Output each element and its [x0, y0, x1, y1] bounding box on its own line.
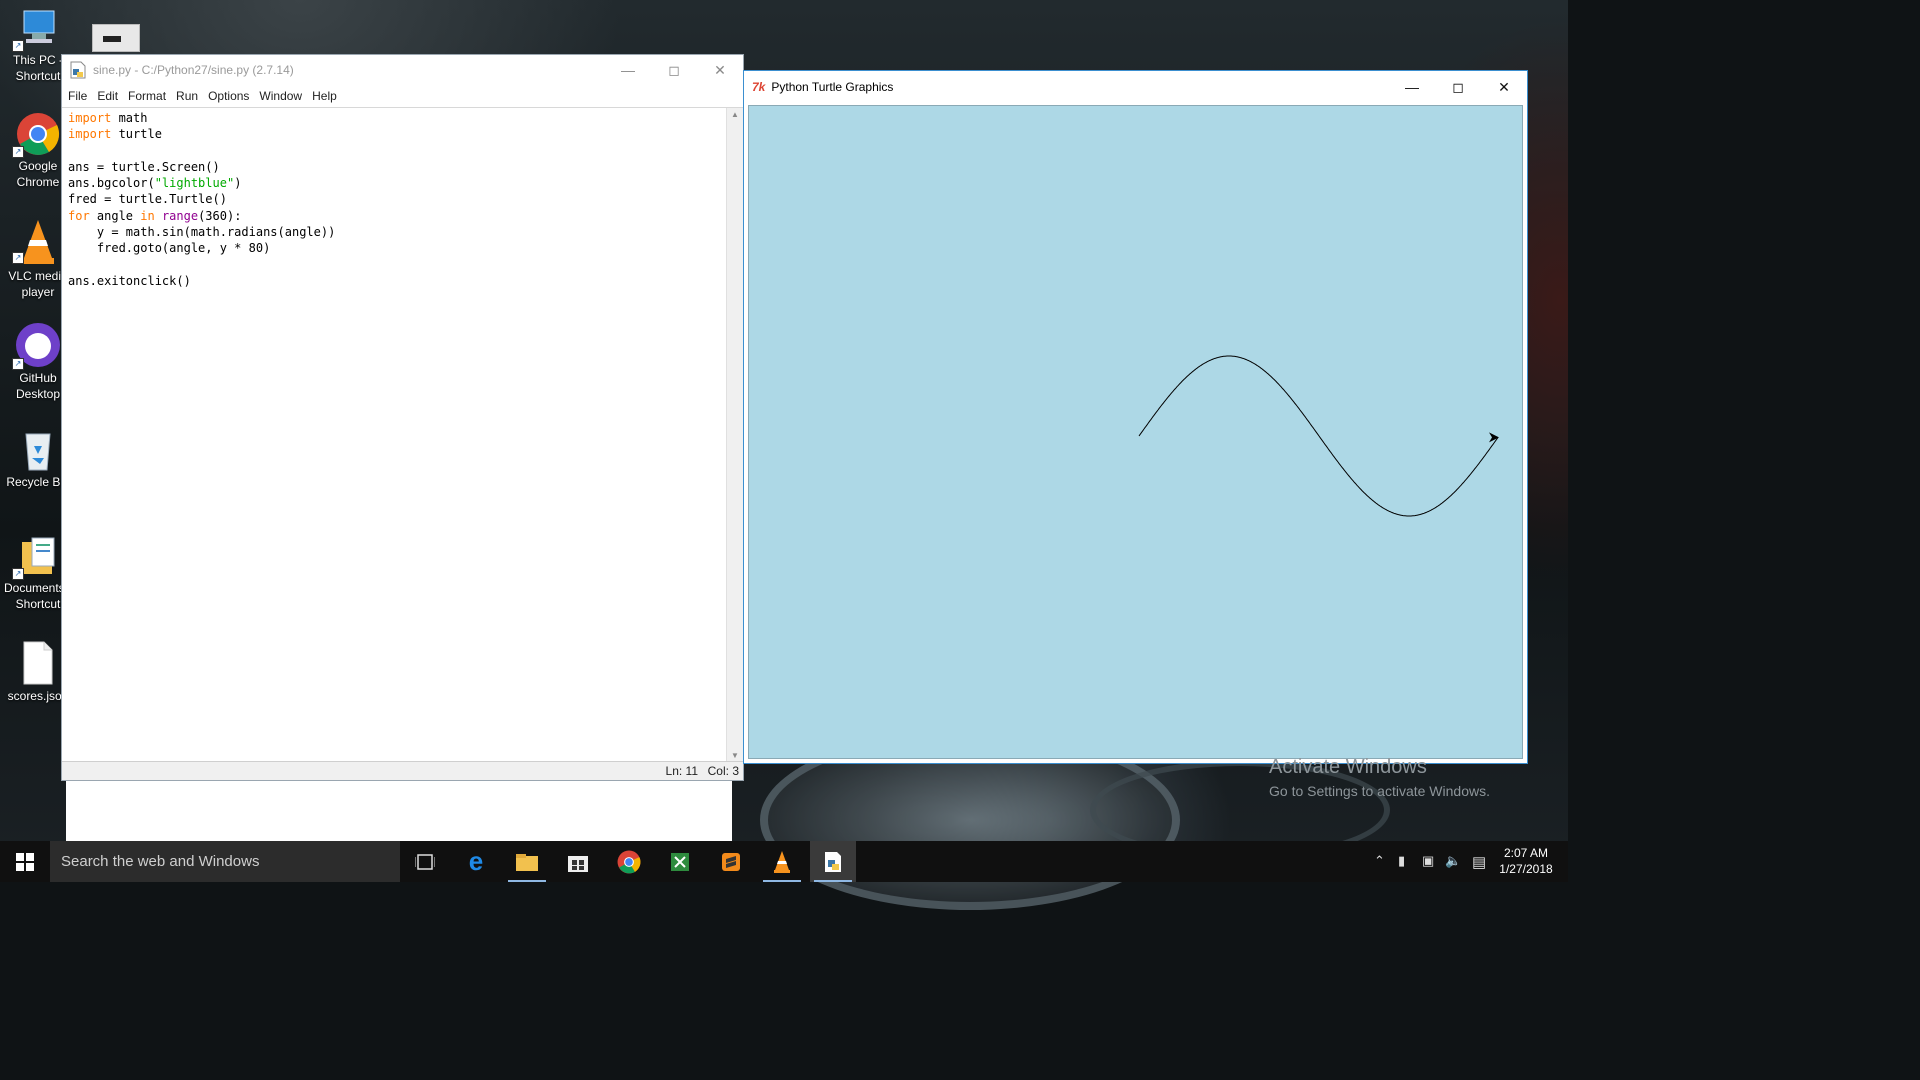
excel-icon	[671, 852, 689, 871]
maximize-button[interactable]: ◻	[1435, 71, 1481, 103]
chrome-icon	[617, 850, 641, 873]
activate-windows-watermark: Activate Windows Go to Settings to activ…	[1269, 756, 1490, 799]
taskbar-file-explorer[interactable]	[504, 841, 550, 882]
turtle-titlebar[interactable]: 7k Python Turtle Graphics — ◻ ✕	[744, 71, 1527, 103]
menu-format[interactable]: Format	[128, 89, 166, 103]
menu-file[interactable]: File	[68, 89, 87, 103]
editor-scrollbar[interactable]: ▲ ▼	[726, 108, 743, 763]
idle-editor-window[interactable]: sine.py - C:/Python27/sine.py (2.7.14) —…	[61, 54, 744, 781]
show-hidden-icons-chevron-icon[interactable]: ⌃	[1374, 853, 1385, 869]
taskbar-store[interactable]	[555, 841, 601, 882]
background-window	[66, 781, 732, 841]
vlc-icon	[774, 850, 790, 873]
minimize-button[interactable]: —	[605, 55, 651, 85]
task-view-icon	[415, 853, 435, 870]
start-button[interactable]	[0, 841, 50, 882]
taskbar: Search the web and Windows e ⌃ ▮ ▣ 🔈 ▤ 2…	[0, 841, 1568, 882]
file-icon	[23, 641, 53, 685]
taskbar-chrome[interactable]	[606, 841, 652, 882]
windows-logo-icon	[16, 852, 34, 871]
shortcut-arrow-icon: ↗	[12, 40, 24, 52]
menu-window[interactable]: Window	[259, 89, 302, 103]
code-editor[interactable]: import math import turtle ans = turtle.S…	[64, 108, 726, 763]
sine-drawing	[1138, 355, 1499, 517]
file-explorer-icon	[516, 853, 538, 871]
activate-title: Activate Windows	[1269, 756, 1427, 778]
close-button[interactable]: ✕	[697, 55, 743, 85]
sublime-icon	[722, 852, 740, 871]
taskbar-edge[interactable]: e	[453, 841, 499, 882]
recycle-bin-icon	[25, 433, 51, 471]
idle-window-title: sine.py - C:/Python27/sine.py (2.7.14)	[93, 63, 294, 77]
menu-options[interactable]: Options	[208, 89, 249, 103]
turtle-cursor-icon	[1489, 432, 1499, 443]
turtle-graphics-window[interactable]: 7k Python Turtle Graphics — ◻ ✕	[743, 70, 1528, 764]
scroll-up-icon[interactable]: ▲	[727, 108, 743, 122]
close-button[interactable]: ✕	[1481, 71, 1527, 103]
line-number: Ln: 11	[665, 764, 698, 778]
turtle-window-title: Python Turtle Graphics	[771, 80, 894, 94]
shortcut-arrow-icon: ↗	[12, 568, 24, 580]
taskbar-sublime[interactable]	[708, 841, 754, 882]
shortcut-arrow-icon: ↗	[12, 146, 24, 158]
clock-time: 2:07 AM	[1503, 846, 1549, 860]
taskbar-search-box[interactable]: Search the web and Windows	[50, 841, 400, 882]
tk-feather-icon: 7k	[752, 80, 766, 94]
volume-icon[interactable]: 🔈	[1445, 853, 1461, 869]
this-pc-icon	[23, 10, 55, 43]
taskbar-python-idle[interactable]	[810, 841, 856, 882]
turtle-canvas[interactable]	[748, 105, 1523, 759]
desktop-window-thumbnail[interactable]	[92, 24, 140, 52]
minimize-button[interactable]: —	[1389, 71, 1435, 103]
network-icon[interactable]: ▣	[1422, 853, 1434, 869]
column-number: Col: 3	[707, 764, 739, 778]
documents-icon	[22, 537, 55, 574]
vlc-icon	[22, 220, 54, 264]
shortcut-arrow-icon: ↗	[12, 358, 24, 370]
battery-icon[interactable]: ▮	[1398, 853, 1405, 869]
clock-date: 1/27/2018	[1499, 862, 1553, 876]
menu-help[interactable]: Help	[312, 89, 337, 103]
menu-run[interactable]: Run	[176, 89, 198, 103]
taskbar-excel[interactable]	[657, 841, 703, 882]
python-idle-icon	[825, 851, 841, 872]
taskbar-clock[interactable]: 2:07 AM 1/27/2018	[1496, 845, 1556, 877]
idle-statusbar: Ln: 11 Col: 3	[62, 761, 743, 780]
sine-curve	[1138, 355, 1499, 517]
python-file-icon	[70, 61, 86, 79]
task-view-button[interactable]	[402, 841, 448, 882]
edge-icon: e	[468, 846, 484, 876]
shortcut-arrow-icon: ↗	[12, 252, 24, 264]
store-icon	[568, 855, 588, 872]
idle-menubar: File Edit Format Run Options Window Help	[62, 85, 743, 108]
maximize-button[interactable]: ◻	[651, 55, 697, 85]
activate-subtitle: Go to Settings to activate Windows.	[1269, 783, 1490, 799]
action-center-icon[interactable]: ▤	[1472, 853, 1486, 871]
idle-titlebar[interactable]: sine.py - C:/Python27/sine.py (2.7.14) —…	[62, 55, 743, 85]
taskbar-vlc[interactable]	[759, 841, 805, 882]
menu-edit[interactable]: Edit	[97, 89, 118, 103]
